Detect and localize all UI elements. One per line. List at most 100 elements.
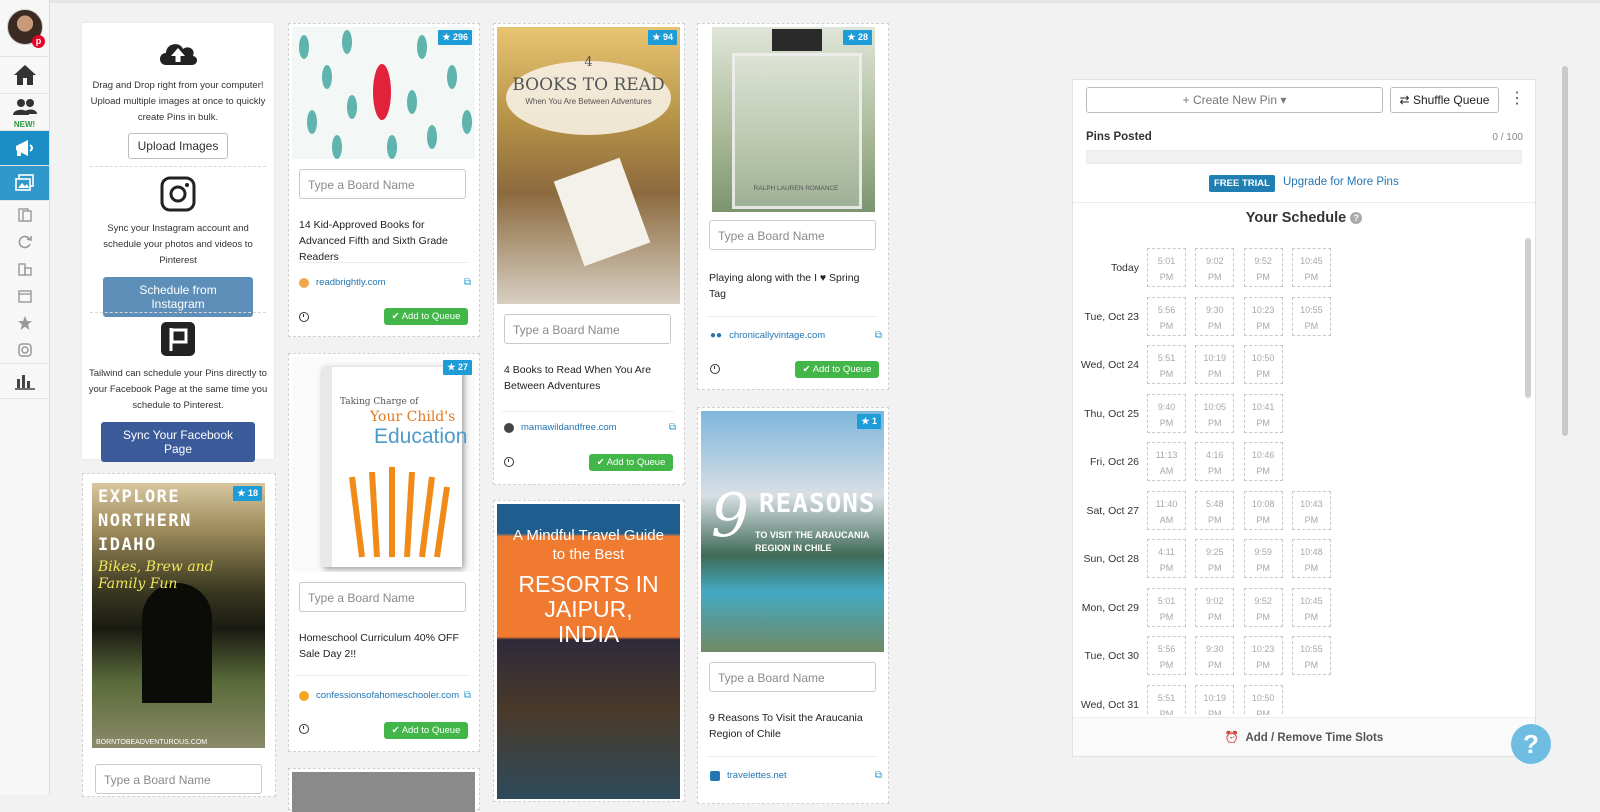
sidebar-item-home[interactable]	[0, 56, 49, 94]
time-slot[interactable]: 5:01 PM	[1147, 587, 1186, 627]
sidebar-item-calendar[interactable]	[0, 282, 49, 309]
pin-source[interactable]: travelettes.net ⧉	[710, 770, 882, 781]
time-slot[interactable]: 10:50 PM	[1243, 345, 1283, 384]
add-to-queue-button[interactable]: ✔ Add to Queue	[384, 722, 468, 739]
page-scrollbar[interactable]	[1562, 66, 1568, 436]
sidebar-item-published[interactable]	[0, 201, 49, 228]
sidebar-item-drafts[interactable]	[0, 166, 49, 201]
time-slot[interactable]: 10:08 PM	[1243, 490, 1283, 530]
time-slot[interactable]: 5:56 PM	[1147, 636, 1186, 675]
create-new-pin-button[interactable]: + Create New Pin ▾	[1086, 87, 1383, 113]
time-slot[interactable]: 9:52 PM	[1243, 248, 1283, 287]
more-options-icon[interactable]: ⋮	[1509, 89, 1525, 109]
time-slot[interactable]: 10:19 PM	[1195, 345, 1235, 384]
account-avatar[interactable]: p	[7, 9, 45, 48]
time-slot[interactable]: 10:43 PM	[1291, 490, 1331, 530]
clock-icon[interactable]	[710, 364, 720, 374]
board-name-input[interactable]: Type a Board Name	[299, 169, 466, 199]
upload-images-button[interactable]: Upload Images	[127, 133, 229, 159]
sidebar-item-tribes[interactable]: NEW!	[0, 94, 49, 131]
external-link-icon[interactable]: ⧉	[669, 422, 676, 433]
pin-card-books[interactable]: 4 BOOKS TO READ When You Are Between Adv…	[493, 23, 685, 485]
time-slot[interactable]: 4:11 PM	[1147, 539, 1186, 578]
source-link[interactable]: chronicallyvintage.com	[729, 330, 825, 341]
shuffle-icon: ⇄	[1399, 93, 1410, 107]
help-button[interactable]: ?	[1511, 724, 1551, 764]
time-slot[interactable]: 10:19 PM	[1195, 684, 1235, 715]
pin-card-idaho[interactable]: EXPLORE NORTHERN IDAHO Bikes, Brew and F…	[82, 473, 276, 797]
external-link-icon[interactable]: ⧉	[464, 277, 471, 288]
board-name-input[interactable]: Type a Board Name	[504, 314, 671, 344]
pin-source[interactable]: mamawildandfree.com ⧉	[504, 422, 676, 433]
time-slot[interactable]: 9:59 PM	[1243, 539, 1283, 578]
time-slot[interactable]: 5:01 PM	[1147, 248, 1186, 287]
source-link[interactable]: readbrightly.com	[316, 277, 386, 288]
pin-card-jaipur[interactable]: A Mindful Travel Guide to the Best RESOR…	[493, 500, 685, 802]
source-link[interactable]: travelettes.net	[727, 770, 787, 781]
upgrade-link[interactable]: Upgrade for More Pins	[1283, 176, 1399, 188]
board-name-input[interactable]: Type a Board Name	[709, 662, 876, 692]
divider	[502, 411, 674, 412]
help-icon[interactable]: ?	[1350, 212, 1363, 224]
board-name-input[interactable]: Type a Board Name	[709, 220, 876, 250]
time-slot[interactable]: 11:13 AM	[1147, 442, 1186, 481]
add-to-queue-button[interactable]: ✔ Add to Queue	[384, 308, 468, 325]
external-link-icon[interactable]: ⧉	[875, 330, 882, 341]
sidebar-item-publisher[interactable]	[0, 131, 49, 166]
add-to-queue-button[interactable]: ✔ Add to Queue	[795, 361, 879, 378]
add-remove-time-slots-button[interactable]: ⏰ Add / Remove Time Slots	[1073, 730, 1535, 744]
time-slot[interactable]: 5:56 PM	[1147, 296, 1186, 336]
shuffle-queue-button[interactable]: ⇄ Shuffle Queue	[1390, 87, 1499, 113]
time-slot[interactable]: 9:25 PM	[1195, 539, 1235, 578]
clock-icon[interactable]	[504, 457, 514, 467]
time-slot[interactable]: 9:40 PM	[1147, 393, 1186, 433]
time-slot[interactable]: 10:55 PM	[1291, 296, 1331, 336]
time-slot[interactable]: 9:52 PM	[1243, 587, 1283, 627]
time-slot[interactable]: 4:16 PM	[1195, 442, 1235, 481]
board-name-input[interactable]: Type a Board Name	[299, 582, 466, 612]
time-slot[interactable]: 5:51 PM	[1147, 345, 1186, 384]
add-to-queue-button[interactable]: ✔ Add to Queue	[589, 454, 673, 471]
time-slot[interactable]: 10:23 PM	[1243, 296, 1283, 336]
sidebar-item-favorites[interactable]	[0, 309, 49, 336]
external-link-icon[interactable]: ⧉	[464, 690, 471, 701]
schedule-scrollbar[interactable]	[1525, 238, 1531, 398]
time-slot[interactable]: 10:55 PM	[1291, 636, 1331, 675]
external-link-icon[interactable]: ⧉	[875, 770, 882, 781]
board-name-input[interactable]: Type a Board Name	[95, 764, 262, 794]
pin-card-homeschool[interactable]: Taking Charge of Your Child's Education …	[288, 353, 480, 752]
pin-source[interactable]: readbrightly.com ⧉	[299, 277, 471, 288]
source-link[interactable]: mamawildandfree.com	[521, 422, 617, 433]
time-slot[interactable]: 10:23 PM	[1243, 636, 1283, 675]
sidebar-item-analytics[interactable]	[0, 363, 49, 399]
pin-card-partial[interactable]	[288, 768, 480, 812]
pin-source[interactable]: ●● chronicallyvintage.com ⧉	[710, 330, 882, 341]
pin-card-perfume[interactable]: RALPH LAUREN ROMANCE ★ 28 Type a Board N…	[697, 23, 889, 390]
time-slot[interactable]: 9:30 PM	[1195, 296, 1235, 336]
time-slot[interactable]: 10:50 PM	[1243, 684, 1283, 715]
clock-icon[interactable]	[299, 312, 309, 322]
source-link[interactable]: confessionsofahomeschooler.com	[316, 690, 459, 701]
schedule-from-instagram-button[interactable]: Schedule from Instagram	[103, 277, 253, 317]
sidebar-item-instagram[interactable]	[0, 336, 49, 363]
time-slot[interactable]: 9:02 PM	[1195, 587, 1235, 627]
sidebar-item-refresh[interactable]	[0, 228, 49, 255]
sync-facebook-button[interactable]: Sync Your Facebook Page	[101, 422, 255, 462]
pin-source[interactable]: confessionsofahomeschooler.com ⧉	[299, 690, 471, 701]
time-slot[interactable]: 11:40 AM	[1147, 490, 1186, 530]
clock-icon[interactable]	[299, 724, 309, 734]
time-slot[interactable]: 9:30 PM	[1195, 636, 1235, 675]
time-slot[interactable]: 10:05 PM	[1195, 393, 1235, 433]
sidebar-item-insights[interactable]	[0, 255, 49, 282]
time-slot[interactable]: 10:46 PM	[1243, 442, 1283, 481]
time-slot[interactable]: 9:02 PM	[1195, 248, 1235, 287]
repin-count-badge: ★ 27	[443, 360, 472, 375]
time-slot[interactable]: 5:51 PM	[1147, 684, 1186, 715]
time-slot[interactable]: 10:41 PM	[1243, 393, 1283, 433]
time-slot[interactable]: 5:48 PM	[1195, 490, 1235, 530]
time-slot[interactable]: 10:45 PM	[1291, 587, 1331, 627]
time-slot[interactable]: 10:48 PM	[1291, 539, 1331, 578]
time-slot[interactable]: 10:45 PM	[1291, 248, 1331, 287]
pin-card-chile[interactable]: 9 REASONS TO VISIT THE ARAUCANIA REGION …	[697, 407, 889, 804]
pin-card-fish[interactable]: ★ 296 Type a Board Name 14 Kid-Approved …	[288, 23, 480, 337]
